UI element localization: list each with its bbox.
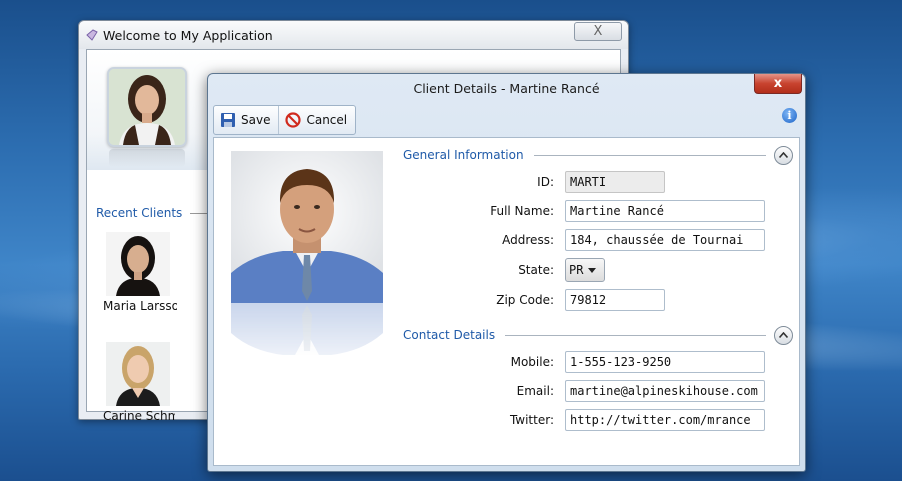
email-row: Email: martine@alpineskihouse.com xyxy=(404,379,765,403)
cancel-button[interactable]: Cancel xyxy=(278,106,355,134)
zip-row: Zip Code: 79812 xyxy=(404,288,665,312)
collapse-button[interactable] xyxy=(774,145,793,165)
state-select[interactable]: PR xyxy=(565,258,605,282)
main-window-titlebar[interactable]: Welcome to My Application xyxy=(79,21,628,49)
client-photo xyxy=(106,342,170,406)
address-field[interactable]: 184, chaussée de Tournai xyxy=(565,229,765,251)
client-name: Carine Schmi xyxy=(103,409,175,423)
email-label: Email: xyxy=(516,384,554,398)
fullname-row: Full Name: Martine Rancé xyxy=(404,199,765,223)
user-avatar[interactable] xyxy=(107,67,187,147)
portrait-reflection xyxy=(231,303,383,381)
dialog-content: General Information ID: MARTI Full Name:… xyxy=(213,137,800,466)
dialog-close-button[interactable]: x xyxy=(754,74,802,94)
id-field: MARTI xyxy=(565,171,665,193)
client-portrait xyxy=(231,151,383,303)
mobile-label: Mobile: xyxy=(510,355,554,369)
recent-client-item[interactable]: Maria Larsso xyxy=(87,232,177,313)
chevron-up-icon xyxy=(779,152,788,158)
recent-client-item[interactable]: Carine Schmi xyxy=(87,342,177,423)
fullname-label: Full Name: xyxy=(490,204,554,218)
recent-clients-label: Recent Clients xyxy=(96,206,183,220)
save-button[interactable]: Save xyxy=(214,106,278,134)
twitter-field[interactable]: http://twitter.com/mrance xyxy=(565,409,765,431)
client-name: Maria Larsso xyxy=(103,299,177,313)
main-window-title: Welcome to My Application xyxy=(103,27,273,43)
save-label: Save xyxy=(241,113,271,127)
zip-label: Zip Code: xyxy=(496,293,554,307)
avatar-reflection xyxy=(109,149,185,167)
cancel-icon xyxy=(285,112,302,128)
close-icon: X xyxy=(593,24,603,39)
twitter-label: Twitter: xyxy=(509,413,554,427)
state-label: State: xyxy=(518,263,554,277)
main-window-close-button[interactable]: X xyxy=(574,22,622,41)
divider xyxy=(505,334,766,336)
section-title: Contact Details xyxy=(403,328,496,342)
info-icon[interactable]: i xyxy=(782,108,797,123)
contact-details-section: Contact Details xyxy=(403,325,793,345)
email-field[interactable]: martine@alpineskihouse.com xyxy=(565,380,765,402)
divider xyxy=(533,154,766,156)
id-label: ID: xyxy=(537,175,554,189)
client-photo xyxy=(106,232,170,296)
client-details-dialog: Client Details - Martine Rancé x Save Ca xyxy=(207,73,806,472)
close-icon: x xyxy=(773,76,783,91)
fullname-field[interactable]: Martine Rancé xyxy=(565,200,765,222)
twitter-row: Twitter: http://twitter.com/mrance xyxy=(404,408,765,432)
dropdown-arrow-icon xyxy=(588,267,597,273)
id-row: ID: MARTI xyxy=(404,170,665,194)
cancel-label: Cancel xyxy=(306,113,348,127)
section-title: General Information xyxy=(403,148,524,162)
state-value: PR xyxy=(569,263,584,277)
mobile-field[interactable]: 1-555-123-9250 xyxy=(565,351,765,373)
zip-field[interactable]: 79812 xyxy=(565,289,665,311)
dialog-title: Client Details - Martine Rancé xyxy=(413,81,600,96)
dialog-toolbar: Save Cancel xyxy=(213,105,357,135)
mobile-row: Mobile: 1-555-123-9250 xyxy=(404,350,765,374)
chevron-up-icon xyxy=(779,332,788,338)
state-row: State: PR xyxy=(404,258,605,282)
address-row: Address: 184, chaussée de Tournai xyxy=(404,228,765,252)
collapse-button[interactable] xyxy=(774,325,793,345)
save-icon xyxy=(220,112,236,128)
app-icon xyxy=(85,28,99,42)
address-label: Address: xyxy=(502,233,554,247)
general-information-section: General Information xyxy=(403,145,793,165)
